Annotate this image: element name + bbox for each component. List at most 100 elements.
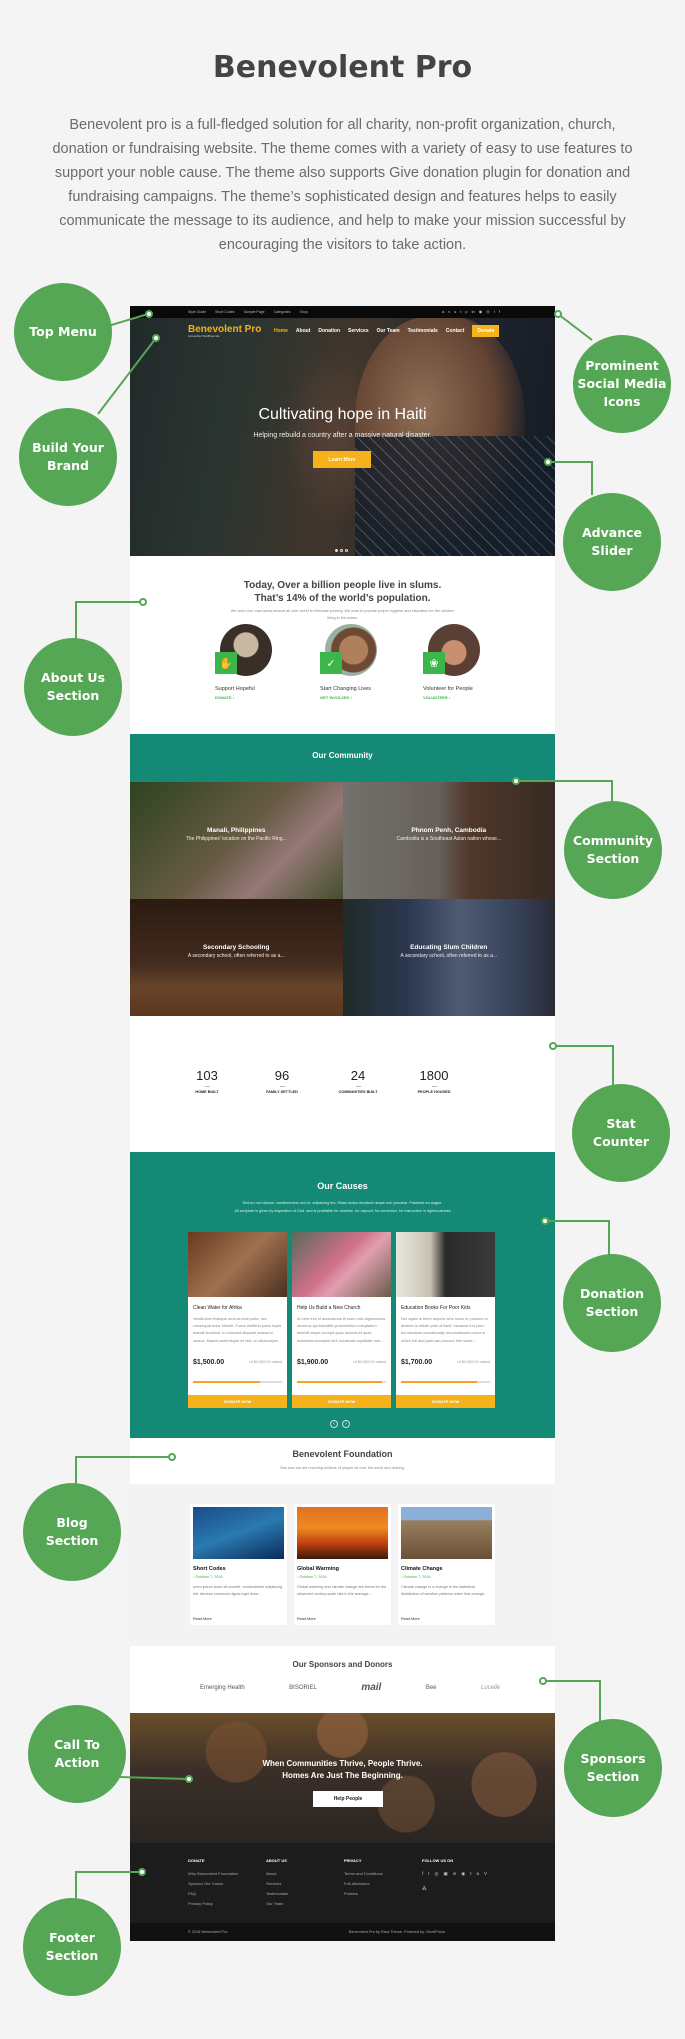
nav-item-our-team[interactable]: Our Team (377, 328, 400, 334)
about-item-label: Volunteer for People (423, 686, 473, 692)
plant-icon: ❀ (423, 652, 445, 674)
footer-link[interactable]: Terms and Conditions (344, 1869, 383, 1879)
top-menu-link[interactable]: Categories (274, 310, 291, 314)
community-item-title: Secondary Schooling (203, 944, 270, 951)
facebook-icon[interactable]: f (499, 310, 500, 314)
footer-link[interactable]: Testimonials (266, 1889, 288, 1899)
footer-link[interactable]: FAQ (188, 1889, 238, 1899)
footer-link[interactable]: Services (266, 1879, 288, 1889)
community-item[interactable]: Phnom Penh, Cambodia Cambodia is a South… (342, 782, 555, 899)
sponsor-logo[interactable]: Emerging Health (200, 1685, 245, 1691)
cause-title[interactable]: Clean Water for Afrika (188, 1297, 287, 1311)
sponsor-logo[interactable]: BISORIEL (289, 1685, 317, 1691)
read-more-link[interactable]: Read More (193, 1617, 212, 1621)
post-image[interactable] (401, 1507, 492, 1559)
post-excerpt: Global warming and climate change are te… (297, 1585, 387, 1597)
footer-link[interactable]: Our Team (266, 1899, 288, 1909)
top-menu-link[interactable]: Shop (300, 310, 308, 314)
donate-now-button[interactable]: DONATE NOW (292, 1395, 391, 1408)
community-item[interactable]: Manali, Philippines The Philippines' loc… (130, 782, 343, 899)
nav-item-home[interactable]: Home (274, 328, 288, 334)
read-more-link[interactable]: Read More (401, 1617, 420, 1621)
nav-item-about[interactable]: About (296, 328, 310, 334)
donate-button[interactable]: Donate (472, 325, 500, 337)
footer-link[interactable]: Why Benevolent Foundation (188, 1869, 238, 1879)
slider-dot[interactable] (340, 549, 343, 552)
sponsor-logo[interactable]: mail (361, 1682, 381, 1693)
cause-progress (193, 1381, 282, 1383)
footer-column-follow: FOLLOW US ON f t ◎ ▣ in ◉ t a V ⁂ (422, 1858, 492, 1894)
post-title[interactable]: Climate Change (401, 1566, 443, 1572)
slider-dot[interactable] (345, 549, 348, 552)
facebook-icon[interactable]: f (422, 1869, 423, 1879)
youtube-icon[interactable]: ▣ (443, 1869, 447, 1879)
donate-now-button[interactable]: DONATE NOW (396, 1395, 495, 1408)
footer-link[interactable]: Sponsor Our Cause (188, 1879, 238, 1889)
community-item-subtitle: A secondary school, often referred to as… (400, 953, 498, 959)
cause-title[interactable]: Education Books For Poor Kids (396, 1297, 495, 1311)
post-title[interactable]: Global Warming (297, 1566, 339, 1572)
site-brand[interactable]: Benevolent Pro Just another WordPress si… (188, 324, 274, 338)
read-more-link[interactable]: Read More (297, 1617, 316, 1621)
learn-more-button[interactable]: Learn More (313, 451, 371, 468)
footer-link[interactable]: Policies (344, 1889, 383, 1899)
donate-link[interactable]: DONATE › (215, 695, 234, 700)
community-item-subtitle: The Philippines' location on the Pacific… (185, 836, 287, 842)
vimeo-icon[interactable]: v (448, 310, 450, 314)
top-menu-link[interactable]: Style Guide (188, 310, 206, 314)
odnoklassniki-icon[interactable]: ⁂ (422, 1884, 427, 1894)
pinterest-icon[interactable]: p (465, 310, 467, 314)
stumbleupon-icon[interactable]: s (454, 310, 456, 314)
blog-post: Climate Change ▫ October 7, 2016 Climate… (398, 1504, 495, 1625)
dribbble-icon[interactable]: ◉ (479, 310, 483, 314)
community-item[interactable]: Secondary Schooling A secondary school, … (130, 899, 343, 1016)
helping-hands-icon: ✋ (215, 652, 237, 674)
linkedin-icon[interactable]: in (453, 1869, 457, 1879)
top-menu: Style Guide Short Codes Sample Page Cate… (130, 306, 555, 318)
vimeo-icon[interactable]: V (484, 1869, 487, 1879)
footer-column-about: ABOUT US About Services Testimonials Our… (266, 1858, 288, 1909)
twitter-icon[interactable]: t (494, 310, 495, 314)
cause-raised: $1,500.00 (193, 1359, 225, 1366)
sponsor-logo[interactable]: Lucelle (481, 1685, 500, 1691)
cause-goal: of $2,000.00 raised (249, 1360, 282, 1364)
prev-arrow-icon[interactable]: ‹ (330, 1420, 338, 1428)
cause-image (396, 1232, 495, 1297)
post-image[interactable] (193, 1507, 284, 1559)
slider-dot[interactable] (335, 549, 338, 552)
post-image[interactable] (297, 1507, 388, 1559)
amazon-icon[interactable]: a (442, 310, 444, 314)
nav-item-testimonials[interactable]: Testimonials (408, 328, 438, 334)
stat-label: PEOPLE HOUSED (417, 1090, 451, 1094)
twitter-icon[interactable]: t (428, 1869, 429, 1879)
footer-link[interactable]: Privacy Policy (188, 1899, 238, 1909)
top-menu-link[interactable]: Short Codes (215, 310, 234, 314)
sponsor-logo[interactable]: Bee (426, 1685, 437, 1691)
volunteer-link[interactable]: VOLUNTEER › (423, 695, 450, 700)
linkedin-icon[interactable]: in (472, 310, 475, 314)
help-people-button[interactable]: Help People (313, 1791, 383, 1807)
stumbleupon-icon[interactable]: a (476, 1869, 479, 1879)
instagram-icon[interactable]: ◎ (435, 1869, 439, 1879)
nav-item-contact[interactable]: Contact (446, 328, 465, 334)
nav-item-donation[interactable]: Donation (318, 328, 340, 334)
post-title[interactable]: Short Codes (193, 1566, 226, 1572)
footer-link[interactable]: About (266, 1869, 288, 1879)
footer-link[interactable]: Full-disclosure (344, 1879, 383, 1889)
tumblr-icon[interactable]: t (470, 1869, 471, 1879)
tumblr-icon[interactable]: t (460, 310, 461, 314)
cause-description: At vero eos et accusamus et iusto odio d… (297, 1316, 386, 1343)
site-title[interactable]: Benevolent Pro (188, 324, 274, 335)
top-menu-link[interactable]: Sample Page (244, 310, 265, 314)
next-arrow-icon[interactable]: › (342, 1420, 350, 1428)
cause-title[interactable]: Help Us Build a New Church (292, 1297, 391, 1311)
donate-now-button[interactable]: DONATE NOW (188, 1395, 287, 1408)
post-date: ▫ October 7, 2016 (401, 1575, 431, 1579)
instagram-icon[interactable]: ◎ (486, 310, 490, 314)
community-item[interactable]: Educating Slum Children A secondary scho… (342, 899, 555, 1016)
get-involved-link[interactable]: GET INVOLVED › (320, 695, 352, 700)
dribbble-icon[interactable]: ◉ (461, 1869, 465, 1879)
community-title: Our Community (312, 751, 373, 760)
blog-title: Benevolent Foundation (292, 1449, 393, 1459)
nav-item-services[interactable]: Services (348, 328, 369, 334)
